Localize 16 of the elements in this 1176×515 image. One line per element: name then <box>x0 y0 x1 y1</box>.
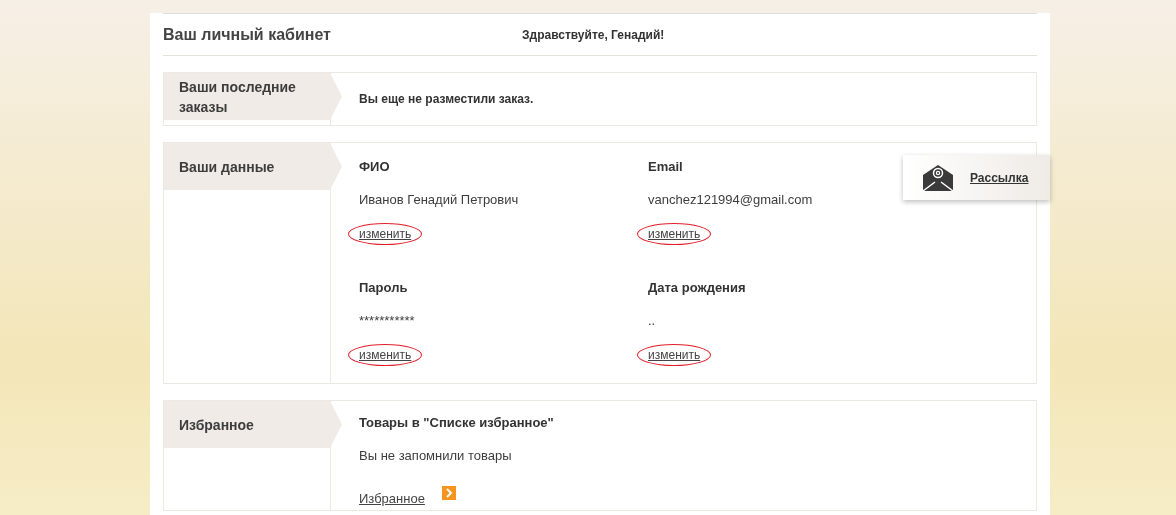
field-value: Иванов Генадий Петрович <box>359 192 519 209</box>
field-label: Пароль <box>359 280 408 297</box>
favorites-link[interactable]: Избранное <box>348 487 436 510</box>
orders-message: Вы еще не разместили заказ. <box>359 92 534 106</box>
envelope-icon[interactable] <box>922 163 954 192</box>
favorites-heading: Товары в "Списке избранное" <box>359 415 554 432</box>
newsletter-link[interactable]: Рассылка <box>970 170 1029 185</box>
field-label: ФИО <box>359 159 390 176</box>
field-value: .. <box>648 313 656 330</box>
field-value: *********** <box>359 313 415 330</box>
field-label: Дата рождения <box>648 280 746 297</box>
greeting: Здравствуйте, Генадий! <box>522 27 665 42</box>
field-value: vanchez121994@gmail.com <box>648 192 813 209</box>
favorites-message: Вы не запомнили товары <box>359 448 512 465</box>
field-label: Email <box>648 159 683 176</box>
page-title: Ваш личный кабинет <box>163 25 332 44</box>
